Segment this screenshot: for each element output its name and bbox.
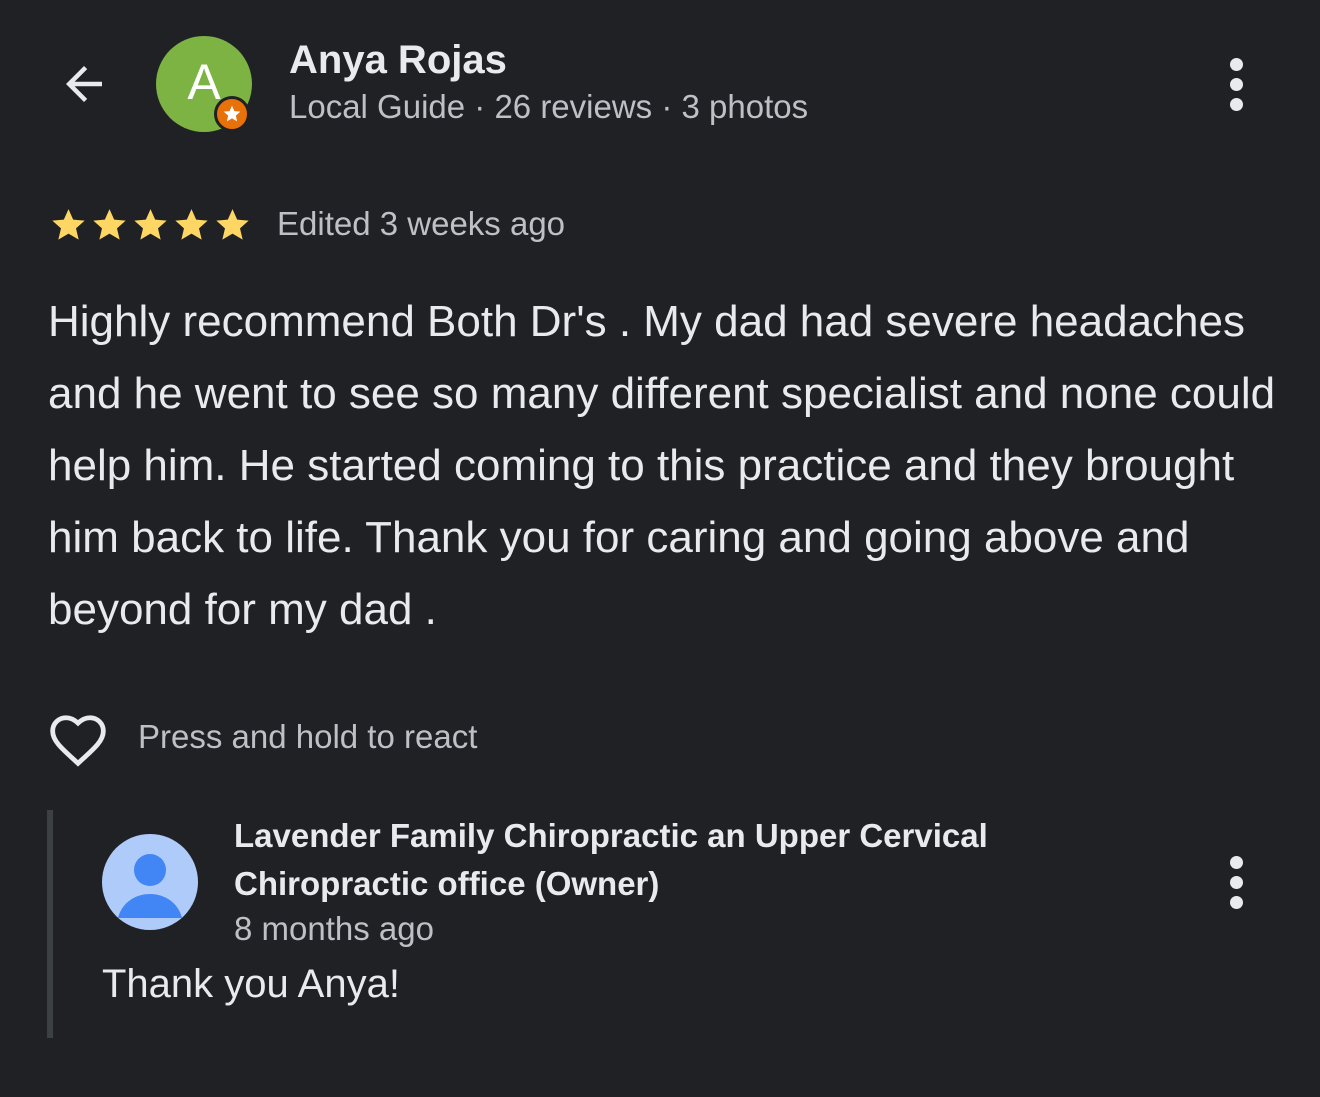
review-detail-page: A Anya Rojas Local Guide · 26 reviews · …	[0, 0, 1320, 1097]
edited-timestamp: Edited 3 weeks ago	[277, 205, 566, 242]
arrow-back-icon	[66, 66, 102, 102]
more-vert-icon-dot	[1229, 875, 1243, 889]
more-vert-icon-dot	[1229, 97, 1243, 111]
heart-outline-icon	[50, 715, 106, 767]
review-more-options-button[interactable]	[1212, 44, 1260, 124]
owner-name: Lavender Family Chiropractic an Upper Ce…	[234, 817, 988, 902]
more-vert-icon	[1229, 855, 1243, 869]
reviewer-name[interactable]: Anya Rojas	[289, 38, 507, 83]
react-button[interactable]	[44, 706, 112, 770]
star-icon	[175, 209, 208, 240]
star-icon	[134, 209, 167, 240]
reply-more-options-button[interactable]	[1212, 842, 1260, 922]
star-icon	[216, 209, 249, 240]
star-badge-icon	[223, 105, 241, 122]
star-icon	[52, 209, 85, 240]
person-icon	[102, 834, 198, 930]
star-rating	[48, 205, 253, 245]
owner-reply-time: 8 months ago	[234, 910, 434, 947]
avatar-letter: A	[187, 54, 221, 110]
more-vert-icon	[1229, 57, 1243, 71]
reviewer-meta: Local Guide · 26 reviews · 3 photos	[289, 88, 809, 125]
star-icon	[93, 209, 126, 240]
more-vert-icon-dot	[1229, 77, 1243, 91]
back-button[interactable]	[52, 52, 116, 116]
owner-avatar	[102, 834, 198, 930]
review-text: Highly recommend Both Dr's . My dad had …	[48, 297, 1276, 634]
reply-indent-bar	[47, 810, 53, 1038]
owner-reply-text: Thank you Anya!	[102, 962, 400, 1006]
more-vert-icon-dot	[1229, 895, 1243, 909]
react-hint-label: Press and hold to react	[138, 718, 478, 755]
local-guide-badge-icon	[214, 96, 250, 132]
